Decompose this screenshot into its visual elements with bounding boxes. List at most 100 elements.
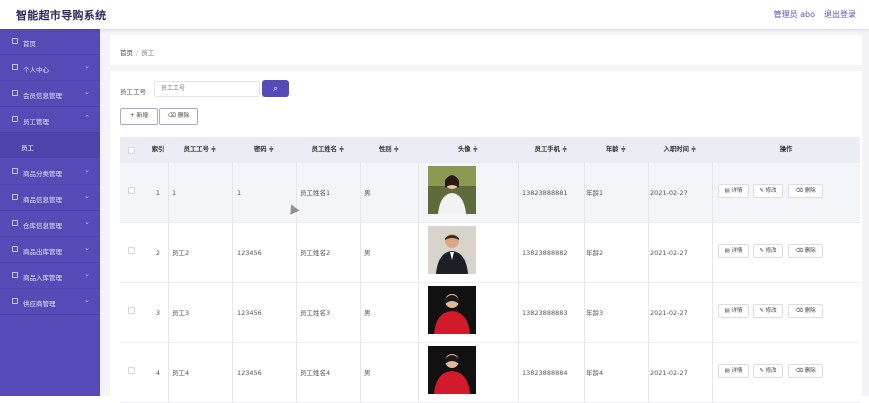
sidebar-item-profile[interactable]: 个人中心 ⌄ (0, 55, 100, 81)
cell-index: 2 (155, 249, 161, 257)
sidebar-item-goods[interactable]: 商品信息管理 ⌄ (0, 185, 100, 211)
col-date[interactable]: 入职时间 ≑ (648, 137, 712, 163)
detail-button[interactable]: ▤ 详情 (718, 364, 749, 378)
logout-link[interactable]: 退出登录 (824, 9, 856, 20)
cell-phone: 13823888881 (522, 189, 568, 197)
trash-icon: ⌫ (795, 308, 805, 314)
main-content: 首页/员工 员工工号 ⌕ + 新增 ⌫ 删除 索引 员工工号 ≑ 密码 ≑ 员工… (100, 29, 869, 403)
search-icon: ⌕ (273, 84, 278, 93)
chevron-up-icon: ⌃ (84, 114, 90, 122)
col-password[interactable]: 密码 ≑ (232, 137, 296, 163)
trash-icon: ⌫ (795, 368, 805, 374)
cell-index: 3 (155, 309, 161, 317)
sidebar-item-warehouse[interactable]: 仓库信息管理 ⌄ (0, 211, 100, 237)
edit-button[interactable]: ✎ 修改 (753, 184, 783, 198)
app-title: 智能超市导购系统 (16, 9, 107, 22)
cell-index: 1 (155, 189, 161, 197)
col-actions: 操作 (779, 146, 793, 153)
delete-row-button[interactable]: ⌫ 删除 (788, 184, 823, 198)
chevron-down-icon: ⌄ (84, 296, 90, 304)
edit-button[interactable]: ✎ 修改 (753, 304, 783, 318)
chevron-down-icon: ⌄ (84, 62, 90, 70)
sidebar: 首页 个人中心 ⌄ 会员信息管理 ⌄ 员工管理 ⌃ 员工 商品分类管理 ⌄ 商品… (0, 29, 100, 396)
chevron-down-icon: ⌄ (84, 166, 90, 174)
search-input[interactable] (154, 81, 260, 97)
cell-date: 2021-02-27 (650, 189, 688, 197)
table-row: 1 1 1 员工姓名1 男 13823888881 年龄1 2021-02-27… (120, 163, 860, 223)
admin-label: 管理员 abo (773, 10, 815, 19)
col-phone[interactable]: 员工手机 ≑ (518, 137, 584, 163)
delete-row-button[interactable]: ⌫ 删除 (788, 244, 823, 258)
goods-icon (12, 194, 18, 200)
edit-button[interactable]: ✎ 修改 (753, 244, 783, 258)
cell-password: 123456 (237, 309, 262, 317)
cell-id: 员工2 (172, 249, 190, 257)
delete-button[interactable]: ⌫ 删除 (159, 108, 198, 125)
delete-row-button[interactable]: ⌫ 删除 (788, 304, 823, 318)
cell-date: 2021-02-27 (650, 249, 688, 257)
breadcrumb: 首页 / 员工 (110, 35, 862, 65)
cell-name: 员工姓名1 (300, 189, 331, 197)
breadcrumb-current: 员工 (141, 49, 155, 57)
avatar (428, 166, 476, 214)
inbound-icon (12, 272, 18, 278)
table-row: 4 员工4 123456 员工姓名4 男 13823888884 年龄4 202… (120, 343, 860, 403)
sidebar-item-staff[interactable]: 员工管理 ⌃ (0, 107, 100, 133)
cell-gender: 男 (364, 369, 371, 377)
cell-age: 年龄3 (586, 309, 604, 317)
sidebar-item-supplier[interactable]: 供应商管理 ⌄ (0, 289, 100, 315)
sidebar-subitem-staff[interactable]: 员工 (0, 133, 100, 158)
col-index[interactable]: 索引 (148, 137, 168, 163)
cell-gender: 男 (364, 309, 371, 317)
avatar (428, 226, 476, 274)
col-avatar[interactable]: 头像 ≑ (418, 137, 518, 163)
sidebar-item-member[interactable]: 会员信息管理 ⌄ (0, 81, 100, 107)
col-name[interactable]: 员工姓名 ≑ (296, 137, 360, 163)
detail-button[interactable]: ▤ 详情 (718, 304, 749, 318)
cell-age: 年龄2 (586, 249, 604, 257)
col-age[interactable]: 年龄 ≑ (584, 137, 648, 163)
col-id[interactable]: 员工工号 ≑ (168, 137, 232, 163)
breadcrumb-separator: / (136, 49, 139, 57)
trash-icon: ⌫ (795, 188, 805, 194)
search-label: 员工工号 (120, 88, 146, 96)
row-checkbox[interactable] (128, 307, 135, 314)
add-button[interactable]: + 新增 (120, 108, 158, 125)
cell-phone: 13823888884 (522, 369, 568, 377)
cell-date: 2021-02-27 (650, 369, 688, 377)
chevron-down-icon: ⌄ (84, 192, 90, 200)
table-row: 3 员工3 123456 员工姓名3 男 13823888883 年龄3 202… (120, 283, 860, 343)
home-icon (12, 38, 18, 44)
table-row: 2 员工2 123456 员工姓名2 男 13823888882 年龄2 202… (120, 223, 860, 283)
sidebar-item-inbound[interactable]: 商品入库管理 ⌄ (0, 263, 100, 289)
list-panel: 员工工号 ⌕ + 新增 ⌫ 删除 索引 员工工号 ≑ 密码 ≑ 员工姓名 ≑ 性… (110, 71, 862, 403)
cell-id: 员工4 (172, 369, 190, 377)
cell-password: 123456 (237, 249, 262, 257)
cell-phone: 13823888882 (522, 249, 568, 257)
delete-row-button[interactable]: ⌫ 删除 (788, 364, 823, 378)
breadcrumb-home[interactable]: 首页 (120, 49, 133, 57)
col-gender[interactable]: 性别 ≑ (360, 137, 418, 163)
cell-name: 员工姓名2 (300, 249, 331, 257)
edit-button[interactable]: ✎ 修改 (753, 364, 783, 378)
user-icon (12, 64, 18, 70)
chevron-down-icon: ⌄ (84, 244, 90, 252)
sidebar-item-outbound[interactable]: 商品出库管理 ⌄ (0, 237, 100, 263)
delete-button-label: 删除 (177, 113, 190, 119)
chevron-down-icon: ⌄ (84, 218, 90, 226)
detail-button[interactable]: ▤ 详情 (718, 244, 749, 258)
row-checkbox[interactable] (128, 247, 135, 254)
sidebar-item-category[interactable]: 商品分类管理 ⌄ (0, 159, 100, 185)
row-checkbox[interactable] (128, 187, 135, 194)
select-all-checkbox[interactable] (128, 147, 135, 154)
row-checkbox[interactable] (128, 367, 135, 374)
member-icon (12, 90, 18, 96)
sidebar-item-home[interactable]: 首页 (0, 29, 100, 55)
detail-button[interactable]: ▤ 详情 (718, 184, 749, 198)
avatar (428, 286, 476, 334)
search-button[interactable]: ⌕ (262, 80, 289, 97)
cell-name: 员工姓名4 (300, 369, 331, 377)
cell-gender: 男 (364, 189, 371, 197)
cell-phone: 13823888883 (522, 309, 568, 317)
cell-date: 2021-02-27 (650, 309, 688, 317)
